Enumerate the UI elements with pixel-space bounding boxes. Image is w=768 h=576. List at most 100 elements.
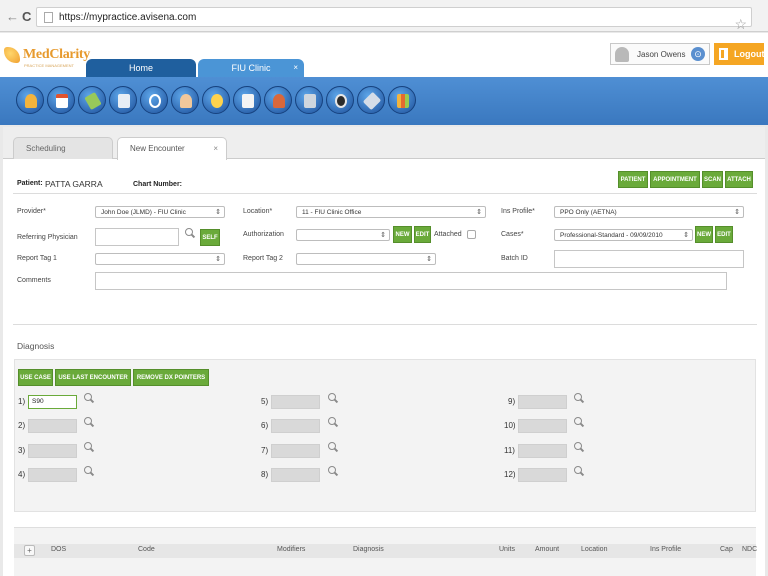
user-menu[interactable]: Jason Owens ⊙ [610, 43, 710, 65]
dx-input-10[interactable] [518, 419, 567, 433]
tab-new-encounter-label: New Encounter [130, 144, 185, 153]
search-icon[interactable] [573, 416, 585, 428]
chevron-updown-icon: ⇕ [215, 209, 221, 216]
provider-icon[interactable] [171, 86, 199, 114]
close-encounter-icon[interactable]: × [213, 138, 218, 160]
dx-label-11: 11) [504, 446, 515, 455]
search-icon[interactable] [573, 392, 585, 404]
comments-input[interactable] [95, 272, 727, 290]
patient-name: PATTA GARRA [45, 179, 103, 189]
search-icon[interactable] [573, 441, 585, 453]
report-tag-1-select[interactable]: ⇕ [95, 253, 225, 265]
header-divider [13, 193, 757, 194]
use-last-encounter-button[interactable]: USE LAST ENCOUNTER [55, 369, 131, 386]
chevron-updown-icon: ⇕ [215, 256, 221, 263]
attach-button[interactable]: ATTACH [725, 171, 753, 188]
col-code: Code [138, 546, 155, 553]
dx-input-7[interactable] [271, 444, 320, 458]
self-button[interactable]: SELF [200, 229, 220, 246]
cases-value: Professional-Standard - 09/09/2010 [560, 232, 663, 239]
location-label: Location* [243, 208, 273, 215]
close-tab-icon[interactable]: × [293, 59, 298, 77]
dx-label-6: 6) [261, 421, 269, 430]
attached-checkbox[interactable] [467, 230, 476, 239]
dx-input-2[interactable] [28, 419, 77, 433]
search-icon[interactable] [327, 465, 339, 477]
timer-icon[interactable] [140, 86, 168, 114]
col-cap: Cap [720, 546, 733, 553]
remove-dx-pointers-button[interactable]: REMOVE DX POINTERS [133, 369, 209, 386]
reports-icon[interactable] [202, 86, 230, 114]
cases-select[interactable]: Professional-Standard - 09/09/2010 ⇕ [554, 229, 693, 241]
dx-input-8[interactable] [271, 468, 320, 482]
reload-icon[interactable]: C [22, 9, 31, 24]
authorization-new-button[interactable]: NEW [393, 226, 412, 243]
dx-input-3[interactable] [28, 444, 77, 458]
analytics-icon[interactable] [388, 86, 416, 114]
provider-select[interactable]: John Doe (JLMD) - FIU Clinic ⇕ [95, 206, 225, 218]
dx-input-4[interactable] [28, 468, 77, 482]
charges-icon[interactable] [78, 86, 106, 114]
documents-icon[interactable] [109, 86, 137, 114]
logout-button[interactable]: Logout [714, 43, 765, 65]
procedure-grid: + DOS Code Modifiers Diagnosis Units Amo… [14, 527, 757, 576]
tab-home[interactable]: Home [86, 59, 196, 77]
search-icon[interactable] [83, 465, 95, 477]
search-icon[interactable] [184, 227, 196, 239]
staff-icon[interactable] [264, 86, 292, 114]
authorization-edit-button[interactable]: EDIT [414, 226, 431, 243]
record-icon[interactable] [326, 86, 354, 114]
chevron-updown-icon: ⇕ [380, 232, 386, 239]
location-select[interactable]: 11 - FIU Clinic Office ⇕ [296, 206, 486, 218]
chart-number-label: Chart Number: [133, 181, 183, 188]
patient-button[interactable]: PATIENT [618, 171, 648, 188]
chevron-updown-icon: ⇕ [426, 256, 432, 263]
dx-label-9: 9) [508, 397, 516, 406]
report-tag-2-select[interactable]: ⇕ [296, 253, 436, 265]
tab-fiu-clinic-label: FIU Clinic [231, 63, 271, 73]
dx-input-5[interactable] [271, 395, 320, 409]
provider-label: Provider* [17, 208, 46, 215]
col-ins-profile: Ins Profile [650, 546, 682, 553]
cases-new-button[interactable]: NEW [695, 226, 713, 243]
billing-icon[interactable] [233, 86, 261, 114]
dx-label-10: 10) [504, 421, 516, 430]
ins-profile-select[interactable]: PPO Only (AETNA) ⇕ [554, 206, 744, 218]
dx-input-12[interactable] [518, 468, 567, 482]
appointment-button[interactable]: APPOINTMENT [650, 171, 700, 188]
authorization-select[interactable]: ⇕ [296, 229, 390, 241]
dx-input-6[interactable] [271, 419, 320, 433]
search-icon[interactable] [83, 416, 95, 428]
batch-id-input[interactable] [554, 250, 744, 268]
user-options-icon[interactable]: ⊙ [691, 47, 705, 61]
search-icon[interactable] [327, 392, 339, 404]
add-row-button[interactable]: + [24, 545, 35, 556]
referring-physician-input[interactable] [95, 228, 179, 246]
col-modifiers: Modifiers [277, 546, 306, 553]
dx-label-12: 12) [504, 470, 516, 479]
url-text: https://mypractice.avisena.com [59, 12, 197, 23]
dx-input-1[interactable]: S90 [28, 395, 77, 409]
patients-icon[interactable] [16, 86, 44, 114]
tab-scheduling[interactable]: Scheduling [13, 137, 113, 159]
bookmark-star-icon[interactable]: ☆ [734, 16, 747, 33]
satellite-icon[interactable] [357, 86, 385, 114]
files-icon[interactable] [295, 86, 323, 114]
back-arrow-icon[interactable]: ← [6, 9, 19, 24]
search-icon[interactable] [573, 465, 585, 477]
logo-tagline: PRACTICE MANAGEMENT [24, 63, 75, 68]
diagnosis-title: Diagnosis [17, 341, 55, 351]
search-icon[interactable] [83, 441, 95, 453]
scan-button[interactable]: SCAN [702, 171, 723, 188]
cases-edit-button[interactable]: EDIT [715, 226, 733, 243]
tab-new-encounter[interactable]: New Encounter × [117, 137, 227, 160]
use-case-button[interactable]: USE CASE [18, 369, 53, 386]
tab-fiu-clinic[interactable]: FIU Clinic × [198, 59, 304, 77]
dx-input-9[interactable] [518, 395, 567, 409]
calendar-icon[interactable] [47, 86, 75, 114]
search-icon[interactable] [327, 441, 339, 453]
search-icon[interactable] [83, 392, 95, 404]
address-bar[interactable]: https://mypractice.avisena.com ☆ [36, 7, 752, 32]
dx-input-11[interactable] [518, 444, 567, 458]
search-icon[interactable] [327, 416, 339, 428]
